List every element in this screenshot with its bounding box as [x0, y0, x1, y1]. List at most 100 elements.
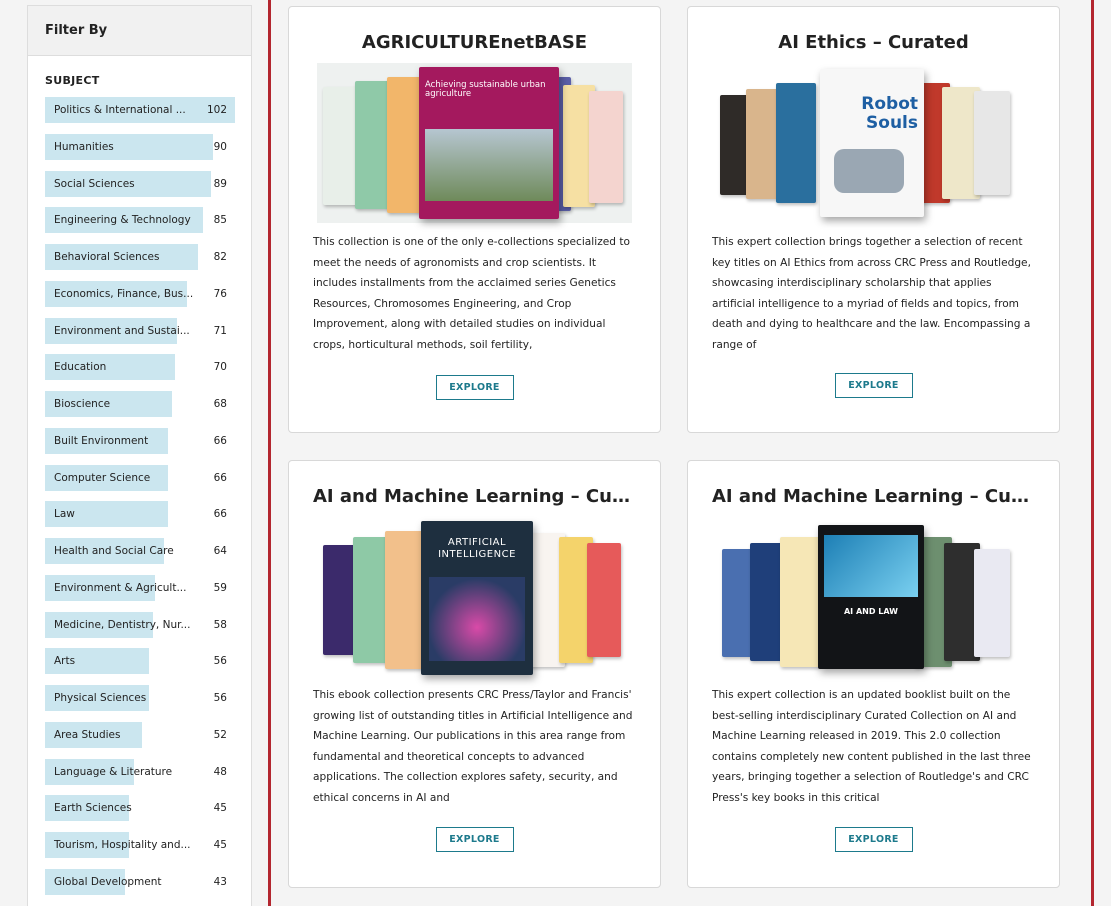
- subject-count: 66: [213, 434, 227, 447]
- subject-label: Global Development: [54, 875, 162, 888]
- subject-count: 58: [213, 618, 227, 631]
- subject-label: Language & Literature: [54, 765, 173, 778]
- subject-label: Health and Social Care: [54, 545, 174, 557]
- subject-count: 89: [213, 177, 227, 190]
- subject-count: 45: [213, 802, 227, 815]
- explore-button[interactable]: EXPLORE: [834, 373, 913, 398]
- collection-card: AGRICULTUREnetBASE Achieving sustainable…: [288, 6, 661, 433]
- subject-count: 70: [213, 361, 227, 374]
- subject-filter-item[interactable]: Environment & Agricult... 59: [45, 574, 235, 601]
- subject-filter-item[interactable]: Bioscience 68: [45, 391, 235, 417]
- explore-button[interactable]: EXPLORE: [435, 375, 514, 400]
- collection-cover-image[interactable]: AI AND LAW: [716, 521, 1031, 681]
- subject-label: Humanities: [54, 140, 114, 153]
- subject-label: Law: [54, 508, 75, 521]
- subject-count: 102: [206, 104, 227, 116]
- filter-sidebar: Filter By SUBJECT Politics & Internation…: [27, 5, 252, 906]
- card-title[interactable]: AI Ethics – Curated: [688, 32, 1059, 53]
- collection-cover-image[interactable]: Robot Souls: [716, 63, 1031, 223]
- cover-title: Robot Souls: [861, 94, 918, 133]
- book-cover-icon: [589, 91, 623, 203]
- explore-button[interactable]: EXPLORE: [834, 827, 913, 852]
- subject-filter-item[interactable]: Arts 56: [45, 648, 235, 675]
- card-title[interactable]: AI and Machine Learning – Curat...: [289, 486, 660, 507]
- subject-label: Politics & International ...: [54, 104, 186, 116]
- subject-count: 45: [213, 839, 227, 851]
- subject-label: Environment & Agricult...: [54, 581, 187, 594]
- collection-cover-image[interactable]: ARTIFICIAL INTELLIGENCE: [317, 519, 632, 679]
- subject-count: 56: [213, 692, 227, 704]
- collections-grid: AGRICULTUREnetBASE Achieving sustainable…: [268, 0, 1094, 906]
- subject-label: Economics, Finance, Bus...: [54, 287, 194, 300]
- book-front-cover: Achieving sustainable urban agriculture: [419, 67, 559, 219]
- book-cover-icon: [974, 549, 1010, 657]
- subject-label: Behavioral Sciences: [54, 251, 160, 263]
- subject-heading: SUBJECT: [45, 74, 100, 87]
- subject-filter-item[interactable]: Earth Sciences 45: [45, 795, 235, 822]
- card-title[interactable]: AGRICULTUREnetBASE: [289, 32, 660, 53]
- subject-label: Bioscience: [54, 398, 111, 410]
- subject-filter-item[interactable]: Physical Sciences 56: [45, 685, 235, 711]
- subject-filter-item[interactable]: Behavioral Sciences 82: [45, 244, 235, 270]
- collection-card: AI and Machine Learning – Curat... ARTIF…: [288, 460, 661, 888]
- subject-label: Education: [54, 361, 107, 374]
- filter-header: Filter By: [28, 6, 251, 56]
- subject-filter-item[interactable]: Health and Social Care 64: [45, 538, 235, 564]
- subject-filter-item[interactable]: Social Sciences 89: [45, 170, 235, 197]
- cover-title: Achieving sustainable urban agriculture: [425, 80, 546, 99]
- subject-filter-item[interactable]: Area Studies 52: [45, 721, 235, 748]
- subject-filter-list: Politics & International ... 102 Humanitie…: [45, 97, 235, 906]
- scales-illustration: [824, 535, 918, 597]
- card-description: This expert collection brings together a…: [712, 236, 1031, 351]
- subject-count: 66: [213, 471, 227, 484]
- subject-count: 59: [213, 581, 227, 594]
- subject-filter-item[interactable]: Computer Science 66: [45, 464, 235, 491]
- subject-count: 76: [213, 287, 227, 300]
- subject-filter-item[interactable]: Medicine, Dentistry, Nur... 58: [45, 611, 235, 638]
- subject-count: 85: [213, 214, 227, 227]
- subject-label: Arts: [54, 655, 76, 668]
- card-description: This expert collection is an updated boo…: [712, 689, 1031, 804]
- subject-label: Area Studies: [54, 728, 121, 741]
- subject-filter-item[interactable]: Environment and Sustai... 71: [45, 317, 235, 344]
- subject-filter-item[interactable]: Tourism, Hospitality and... 45: [45, 832, 235, 858]
- subject-label: Earth Sciences: [54, 802, 132, 815]
- subject-filter-item[interactable]: Education 70: [45, 354, 235, 381]
- subject-count: 71: [213, 324, 227, 337]
- subject-filter-item[interactable]: Law 66: [45, 501, 235, 528]
- subject-count: 52: [213, 728, 227, 741]
- subject-label: Environment and Sustai...: [54, 324, 190, 337]
- city-farm-photo: [425, 129, 553, 201]
- subject-count: 66: [213, 508, 227, 521]
- subject-filter-item[interactable]: Global Development 43: [45, 868, 235, 895]
- card-description: This collection is one of the only e-col…: [313, 236, 630, 351]
- subject-label: Built Environment: [54, 434, 149, 447]
- subject-count: 68: [213, 398, 227, 410]
- book-cover-icon: [587, 543, 621, 657]
- subject-label: Social Sciences: [54, 177, 135, 190]
- book-cover-icon: [776, 83, 816, 203]
- explore-button[interactable]: EXPLORE: [435, 827, 514, 852]
- card-title[interactable]: AI and Machine Learning – Curat...: [688, 486, 1059, 507]
- card-description: This ebook collection presents CRC Press…: [313, 689, 633, 804]
- book-front-cover: Robot Souls: [820, 69, 924, 217]
- subject-count: 82: [213, 251, 227, 263]
- subject-label: Computer Science: [54, 471, 151, 484]
- subject-label: Physical Sciences: [54, 692, 147, 704]
- collection-card: AI Ethics – Curated Robot Souls This exp…: [687, 6, 1060, 433]
- subject-filter-item[interactable]: Language & Literature 48: [45, 758, 235, 785]
- book-cover-icon: [385, 531, 425, 669]
- subject-filter-item[interactable]: Humanities 90: [45, 133, 235, 160]
- book-front-cover: ARTIFICIAL INTELLIGENCE: [421, 521, 533, 675]
- subject-filter-item[interactable]: Politics & International ... 102: [45, 97, 235, 123]
- subject-filter-item[interactable]: Engineering & Technology 85: [45, 207, 235, 234]
- collection-cover-image[interactable]: Achieving sustainable urban agriculture: [317, 63, 632, 223]
- subject-filter-item[interactable]: Economics, Finance, Bus... 76: [45, 280, 235, 307]
- subject-label: Medicine, Dentistry, Nur...: [54, 618, 191, 631]
- subject-count: 64: [213, 545, 227, 557]
- subject-label: Tourism, Hospitality and...: [54, 839, 191, 851]
- subject-count: 56: [213, 655, 227, 668]
- subject-count: 43: [213, 875, 227, 888]
- neural-network-illustration: [429, 577, 525, 661]
- subject-filter-item[interactable]: Built Environment 66: [45, 427, 235, 454]
